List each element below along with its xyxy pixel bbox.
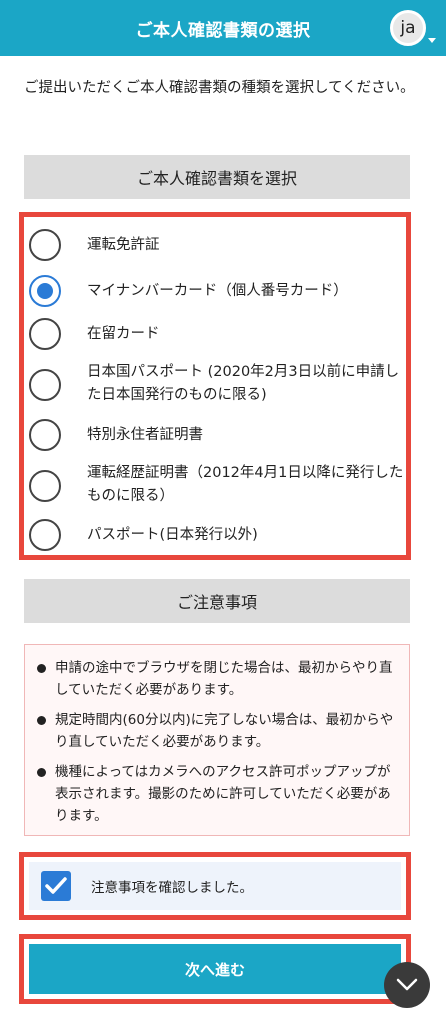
radio-option-drivers-license[interactable]: 運転免許証 <box>24 227 406 263</box>
radio-option-residence-card[interactable]: 在留カード <box>24 316 406 352</box>
radio-option-driving-history-certificate[interactable]: 運転経歴証明書（2012年4月1日以降に発行したものに限る） <box>24 458 406 514</box>
page-title: ご本人確認書類の選択 <box>135 20 311 41</box>
radio-button[interactable] <box>29 318 61 350</box>
bullet-icon <box>37 664 46 673</box>
caret-down-icon <box>428 38 436 43</box>
radio-option-japanese-passport[interactable]: 日本国パスポート (2020年2月3日以前に申請した日本国発行のものに限る) <box>24 357 406 413</box>
notice-text: 規定時間内(60分以内)に完了しない場合は、最初からやり直していただく必要があり… <box>55 712 394 750</box>
notice-list: 申請の途中でブラウザを閉じた場合は、最初からやり直していただく必要があります。 … <box>24 644 410 836</box>
radio-option-foreign-passport[interactable]: パスポート(日本発行以外) <box>24 517 406 553</box>
radio-button-selected[interactable] <box>29 275 61 307</box>
notice-item: 申請の途中でブラウザを閉じた場合は、最初からやり直していただく必要があります。 <box>37 657 397 701</box>
radio-label: 特別永住者証明書 <box>87 427 203 443</box>
radio-label: 日本国パスポート (2020年2月3日以前に申請した日本国発行のものに限る) <box>87 364 400 403</box>
doc-section-title: ご本人確認書類を選択 <box>136 169 297 188</box>
radio-button[interactable] <box>29 419 61 451</box>
app-header: ご本人確認書類の選択 ja <box>0 0 446 56</box>
notice-item: 機種によってはカメラへのアクセス許可ポップアップが表示されます。撮影のために許可… <box>37 761 397 827</box>
notice-text: 機種によってはカメラへのアクセス許可ポップアップが表示されます。撮影のために許可… <box>55 764 391 824</box>
doc-section-header: ご本人確認書類を選択 <box>24 155 410 199</box>
language-code: ja <box>400 18 416 38</box>
radio-option-my-number-card[interactable]: マイナンバーカード（個人番号カード） <box>24 273 406 309</box>
radio-button[interactable] <box>29 229 61 261</box>
radio-label: 運転経歴証明書（2012年4月1日以降に発行したものに限る） <box>87 465 404 504</box>
radio-label: マイナンバーカード（個人番号カード） <box>87 283 348 299</box>
notice-item: 規定時間内(60分以内)に完了しない場合は、最初からやり直していただく必要があり… <box>37 709 397 753</box>
radio-option-special-permanent-resident[interactable]: 特別永住者証明書 <box>24 417 406 453</box>
chevron-down-icon <box>396 978 418 991</box>
notice-section-title: ご注意事項 <box>176 593 257 612</box>
radio-label: 在留カード <box>87 326 160 342</box>
notice-section-header: ご注意事項 <box>24 579 410 623</box>
scroll-down-button[interactable] <box>384 962 430 1008</box>
radio-label: パスポート(日本発行以外) <box>87 527 258 543</box>
radio-button[interactable] <box>29 519 61 551</box>
radio-button[interactable] <box>29 369 61 401</box>
confirm-highlight: 注意事項を確認しました。 <box>19 852 411 920</box>
bullet-icon <box>37 768 46 777</box>
check-icon <box>45 877 67 894</box>
confirm-label: 注意事項を確認しました。 <box>91 880 253 896</box>
confirm-checkbox-row[interactable]: 注意事項を確認しました。 <box>29 862 401 910</box>
confirm-checkbox[interactable] <box>41 871 71 901</box>
bullet-icon <box>37 716 46 725</box>
notice-text: 申請の途中でブラウザを閉じた場合は、最初からやり直していただく必要があります。 <box>55 660 393 698</box>
radio-button[interactable] <box>29 470 61 502</box>
next-button-highlight: 次へ進む <box>19 934 411 1004</box>
language-button[interactable]: ja <box>390 10 426 46</box>
radio-label: 運転免許証 <box>87 237 160 253</box>
document-radio-group: 運転免許証 マイナンバーカード（個人番号カード） 在留カード 日本国パスポート … <box>19 212 411 560</box>
intro-text: ご提出いただくご本人確認書類の種類を選択してください。 <box>24 80 415 96</box>
next-button[interactable]: 次へ進む <box>29 944 401 994</box>
